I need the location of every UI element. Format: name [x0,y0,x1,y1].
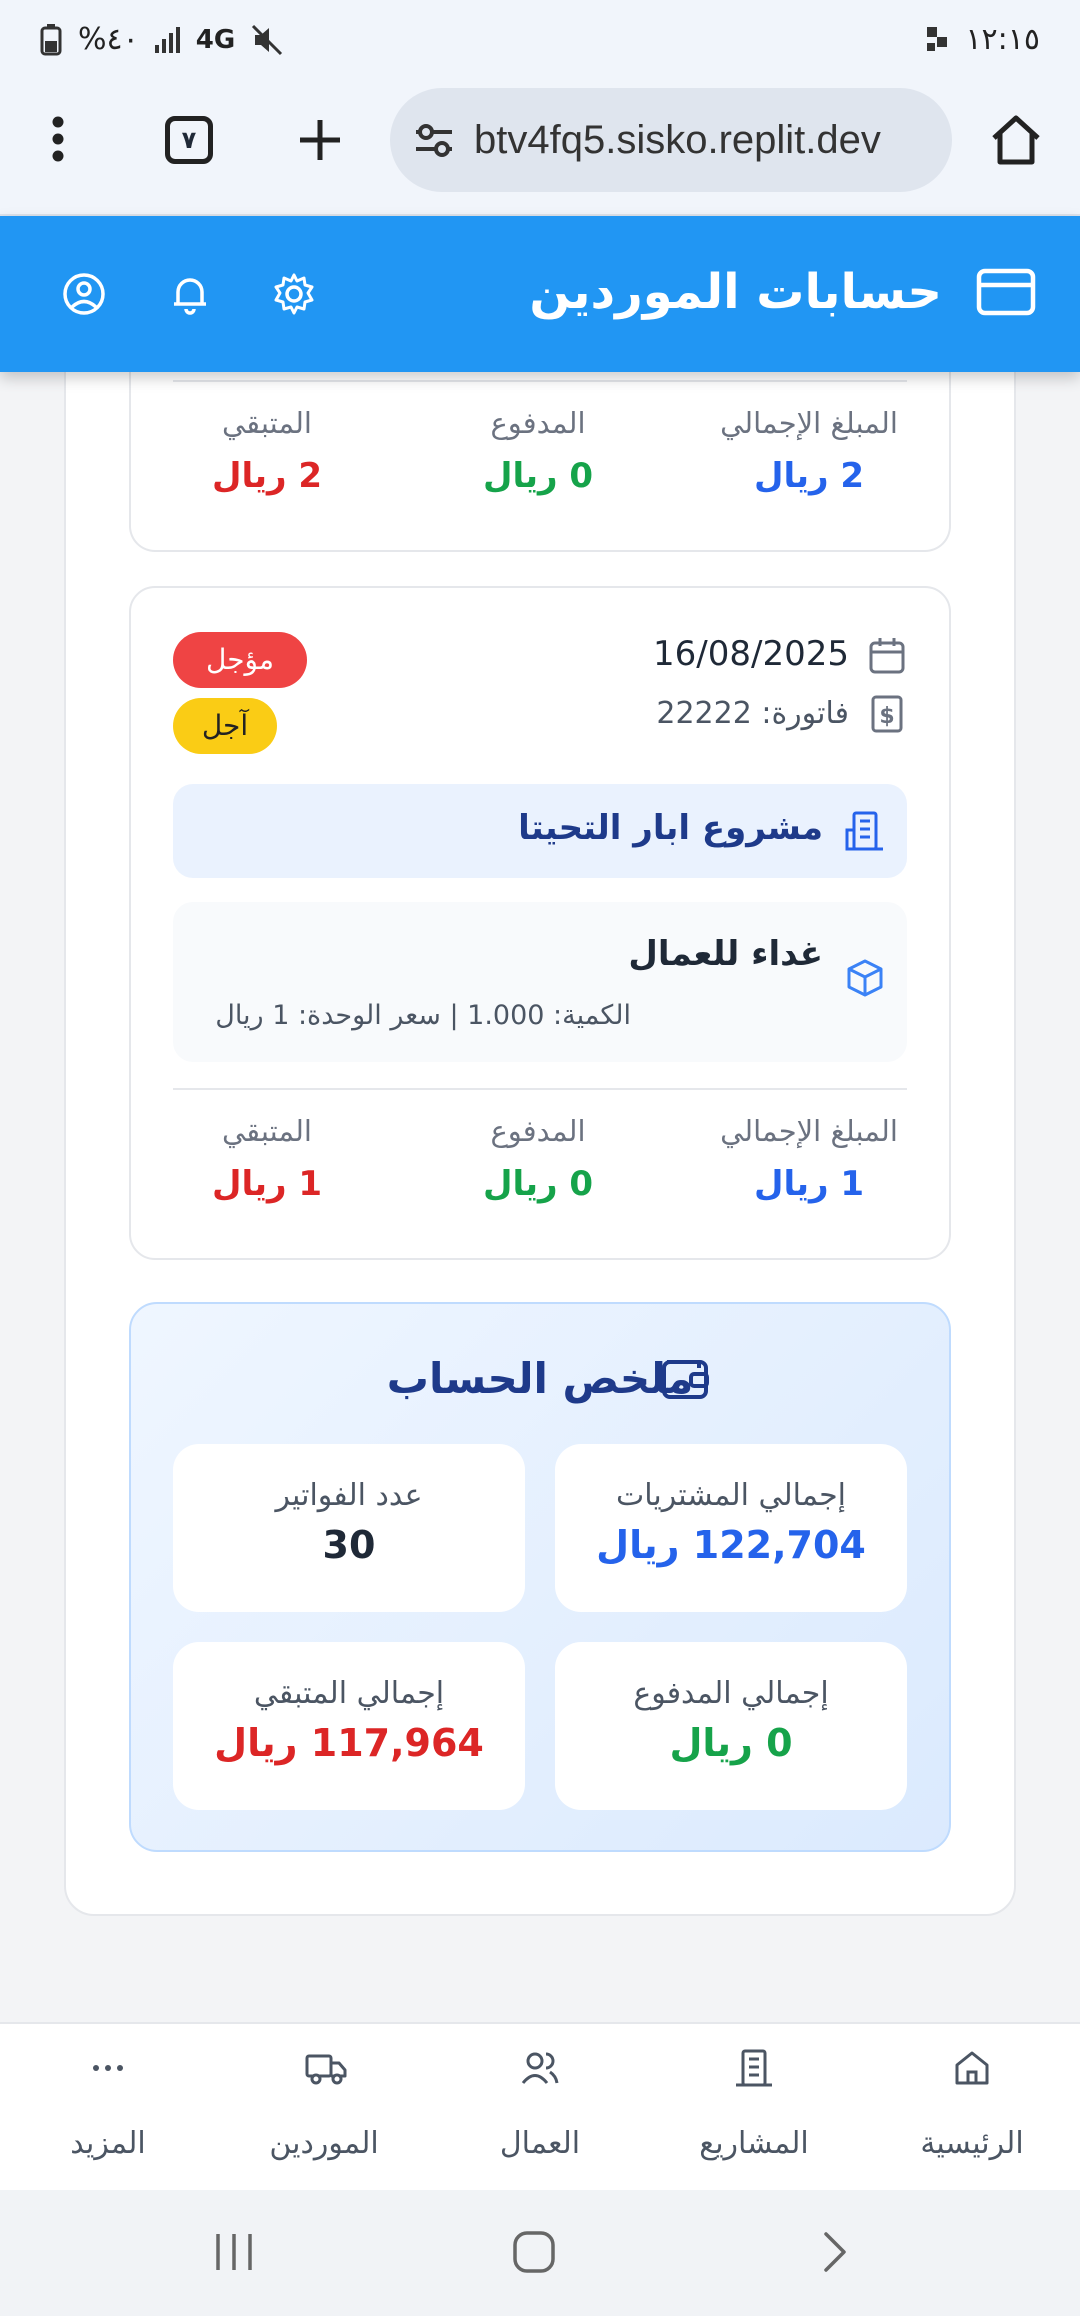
status-bar: %٤٠ 4G ١٢:١٥ [0,0,1080,84]
amounts-row: المبلغ الإجمالي 1 ريال المدفوع 0 ريال ال… [131,1114,949,1224]
battery-percent: %٤٠ [78,22,139,57]
divider [173,380,907,382]
browser-toolbar: ٧ btv4fq5.sisko.replit.dev [0,84,1080,216]
browser-menu-icon[interactable] [50,114,66,164]
bell-icon[interactable] [168,272,212,316]
remaining-amount: المتبقي 2 ريال [137,406,397,496]
clock: ١٢:١٥ [965,22,1040,57]
nav-home[interactable]: الرئيسية [872,2024,1072,2192]
total-purchases-box: إجمالي المشتريات 122,704 ريال [555,1444,907,1612]
invoice-card[interactable]: 16/08/2025 $ فاتورة: 22222 مؤجل آجل مشرو… [129,586,951,1260]
url-text: btv4fq5.sisko.replit.dev [474,118,881,162]
invoice-count-label: عدد الفواتير [275,1478,423,1513]
project-box[interactable]: مشروع ابار التحيتا [173,784,907,878]
project-name: مشروع ابار التحيتا [518,808,823,848]
page-title: حسابات الموردين [529,264,942,320]
status-badge-deferred: مؤجل [173,632,307,688]
notification-icon [927,26,948,51]
network-label: 4G [195,24,236,55]
nav-workers-label: العمال [499,2126,581,2161]
mute-icon [252,24,283,55]
total-amount: المبلغ الإجمالي 1 ريال [679,1114,939,1204]
paid-amount-label: المدفوع [490,406,586,440]
remaining-amount: المتبقي 1 ريال [137,1114,397,1204]
invoice-date: 16/08/2025 [653,634,849,674]
invoice-count-value: 30 [322,1523,376,1567]
status-left: %٤٠ 4G [40,22,283,57]
total-remaining-box: إجمالي المتبقي 117,964 ريال [173,1642,525,1810]
settings-gear-icon[interactable] [272,272,316,316]
remaining-amount-value: 2 ريال [211,456,323,496]
paid-amount: المدفوع 0 ريال [408,1114,668,1204]
system-navigation [0,2190,1080,2316]
home-icon [955,2051,989,2085]
summary-title-text: ملخص الحساب [386,1354,694,1403]
item-name: غداء للعمال [628,934,823,974]
site-settings-icon[interactable] [412,118,456,162]
building-icon [736,2049,772,2087]
total-amount-label: المبلغ الإجمالي [720,1114,898,1148]
nav-workers[interactable]: العمال [440,2024,640,2192]
nav-more-label: المزيد [70,2126,146,2161]
paid-amount-value: 0 ريال [482,1164,594,1204]
total-amount-value: 2 ريال [753,456,865,496]
total-purchases-label: إجمالي المشتريات [616,1478,846,1513]
remaining-amount-label: المتبقي [221,406,312,440]
battery-icon [40,23,62,55]
invoice-count-box: عدد الفواتير 30 [173,1444,525,1612]
total-paid-value: 0 ريال [669,1721,793,1765]
paid-amount-label: المدفوع [490,1114,586,1148]
users-icon [521,2052,559,2084]
more-icon [93,2065,123,2071]
account-summary: ملخص الحساب إجمالي المشتريات 122,704 ريا… [129,1302,951,1852]
signal-icon [154,26,180,53]
divider [173,1088,907,1090]
payment-type-badge: آجل [173,698,277,754]
paid-amount: المدفوع 0 ريال [408,406,668,496]
remaining-amount-label: المتبقي [221,1114,312,1148]
home-browser-icon[interactable] [990,114,1042,166]
package-icon [847,959,883,997]
total-amount-label: المبلغ الإجمالي [720,406,898,440]
app-header: حسابات الموردين [0,216,1080,372]
recent-apps-icon[interactable] [210,2230,258,2274]
total-paid-label: إجمالي المدفوع [633,1676,829,1711]
nav-projects[interactable]: المشاريع [654,2024,854,2192]
nav-suppliers-label: الموردين [269,2126,379,2161]
nav-projects-label: المشاريع [699,2126,809,2161]
invoice-number: فاتورة: 22222 [656,696,849,731]
back-icon[interactable] [820,2230,850,2274]
total-paid-box: إجمالي المدفوع 0 ريال [555,1642,907,1810]
home-button-icon[interactable] [512,2230,556,2274]
item-details: الكمية: 1.000 | سعر الوحدة: 1 ريال [215,1000,631,1031]
nav-suppliers[interactable]: الموردين [224,2024,424,2192]
remaining-amount-value: 1 ريال [211,1164,323,1204]
building-icon [845,811,883,851]
svg-text:$: $ [879,704,894,729]
receipt-icon: $ [871,695,903,733]
address-bar[interactable]: btv4fq5.sisko.replit.dev [390,88,952,192]
amounts-row: المبلغ الإجمالي 2 ريال المدفوع 0 ريال ال… [131,406,949,516]
bottom-navigation: الرئيسية المشاريع العمال الموردين المزيد [0,2022,1080,2190]
total-remaining-value: 117,964 ريال [214,1721,484,1765]
total-purchases-value: 122,704 ريال [596,1523,866,1567]
paid-amount-value: 0 ريال [482,456,594,496]
new-tab-icon[interactable] [298,118,342,162]
profile-icon[interactable] [62,272,106,316]
credit-card-icon [976,268,1036,316]
summary-title: ملخص الحساب [131,1354,949,1403]
nav-home-label: الرئيسية [920,2126,1024,2161]
truck-icon [305,2054,347,2085]
total-amount: المبلغ الإجمالي 2 ريال [679,406,939,496]
wallet-icon [662,1360,709,1399]
calendar-icon [869,638,905,674]
total-amount-value: 1 ريال [753,1164,865,1204]
status-right: ١٢:١٥ [927,22,1040,57]
tab-switcher-button[interactable]: ٧ [165,116,213,164]
item-box: غداء للعمال الكمية: 1.000 | سعر الوحدة: … [173,902,907,1062]
total-remaining-label: إجمالي المتبقي [253,1676,445,1711]
nav-more[interactable]: المزيد [8,2024,208,2192]
